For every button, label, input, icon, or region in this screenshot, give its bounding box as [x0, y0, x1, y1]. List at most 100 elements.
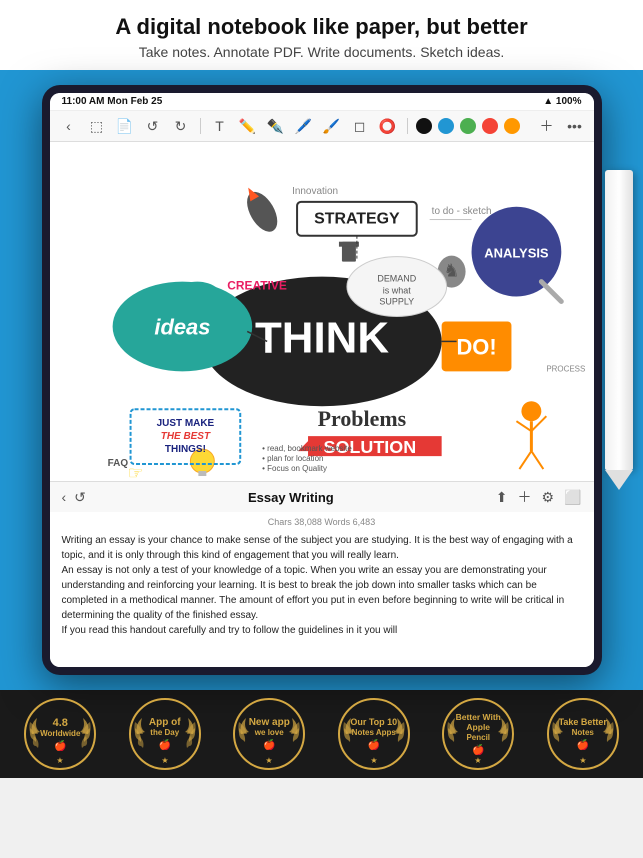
badge-appday-icon: 🍎 [159, 740, 171, 751]
lasso-tool[interactable]: ⭕ [377, 115, 399, 137]
badge-notes: ★ Take Better Notes 🍎 [542, 695, 624, 773]
badge-pencil-main: Better With [456, 713, 501, 722]
badge-rating-sub: Worldwide [40, 730, 80, 739]
back-button[interactable]: ‹ [58, 115, 80, 137]
essay-body: Writing an essay is your chance to make … [62, 533, 582, 638]
svg-text:• plan for location: • plan for location [262, 454, 323, 463]
wifi-icon: ▲ [543, 96, 556, 107]
eraser-tool[interactable]: ◻ [349, 115, 371, 137]
ipad-frame: 11:00 AM Mon Feb 25 ▲ 100% ‹ ⬚ 📄 ↺ ↻ T ✏… [42, 85, 602, 675]
main-subtitle: Take notes. Annotate PDF. Write document… [20, 44, 623, 60]
badge-pencil-icon: 🍎 [472, 745, 484, 756]
svg-text:FAQ: FAQ [107, 458, 128, 469]
status-time: 11:00 AM Mon Feb 25 [62, 96, 163, 107]
svg-text:★: ★ [161, 756, 168, 765]
apple-pencil [605, 170, 633, 470]
add-btn[interactable]: ＋ [536, 115, 558, 137]
badge-newapp-sub: we love [255, 729, 284, 738]
export-btn[interactable]: ⬜ [564, 489, 581, 506]
status-wifi-battery: ▲ 100% [543, 96, 581, 107]
select-tool[interactable]: ⬚ [86, 115, 108, 137]
undo-btn[interactable]: ↺ [142, 115, 164, 137]
separator1 [200, 118, 201, 134]
marker-tool[interactable]: 🖊️ [293, 115, 315, 137]
svg-text:SUPPLY: SUPPLY [379, 297, 414, 307]
svg-text:CREATIVE: CREATIVE [227, 279, 287, 293]
redo-btn[interactable]: ↻ [170, 115, 192, 137]
badge-rating-main: 4.8 [53, 717, 68, 729]
color-blue[interactable] [438, 118, 454, 134]
svg-text:is what: is what [382, 286, 410, 296]
brush-tool[interactable]: 🖌️ [321, 115, 343, 137]
share-btn[interactable]: ⬆ [496, 489, 508, 506]
svg-text:to do - sketch: to do - sketch [431, 206, 491, 217]
svg-text:♞: ♞ [443, 261, 459, 281]
note-title: Essay Writing [248, 490, 334, 505]
badge-rating-icon: 🍎 [54, 741, 66, 752]
history-btn[interactable]: ↺ [74, 489, 86, 506]
pencil-tip [605, 470, 633, 490]
svg-text:STRATEGY: STRATEGY [314, 211, 400, 228]
app-header: A digital notebook like paper, but bette… [0, 0, 643, 70]
svg-text:★: ★ [266, 756, 273, 765]
sketch-canvas[interactable]: THINK ideas STRATEGY DO! [50, 142, 594, 481]
badge-newapp-main: New app [249, 717, 290, 728]
svg-text:ANALYSIS: ANALYSIS [484, 246, 549, 261]
svg-text:PROCESS: PROCESS [546, 365, 585, 374]
screen-area: 11:00 AM Mon Feb 25 ▲ 100% ‹ ⬚ 📄 ↺ ↻ T ✏… [0, 70, 643, 690]
bottom-toolbar-right: ⬆ ＋ ⚙ ⬜ [496, 487, 582, 507]
badge-notes-main: Take Better [559, 718, 607, 728]
svg-text:★: ★ [475, 756, 482, 765]
text-meta: Chars 38,088 Words 6,483 [62, 516, 582, 530]
svg-text:★: ★ [579, 756, 586, 765]
settings-btn[interactable]: ⚙ [542, 489, 555, 506]
note-bottom-toolbar: ‹ ↺ Essay Writing ⬆ ＋ ⚙ ⬜ [50, 481, 594, 512]
badge-top10-icon: 🍎 [368, 740, 380, 751]
badge-notes-sub: Notes [572, 729, 594, 738]
svg-text:ideas: ideas [154, 315, 210, 340]
badge-top10: ★ Our Top 10 Notes Apps 🍎 [333, 695, 415, 773]
badge-appday: ★ App of the Day 🍎 [124, 695, 206, 773]
badge-newapp-icon: 🍎 [263, 740, 275, 751]
color-green[interactable] [460, 118, 476, 134]
color-red[interactable] [482, 118, 498, 134]
bottom-toolbar-left: ‹ ↺ [62, 489, 86, 506]
main-toolbar: ‹ ⬚ 📄 ↺ ↻ T ✏️ ✒️ 🖊️ 🖌️ ◻ ⭕ ＋ [50, 111, 594, 142]
essay-text-area: Chars 38,088 Words 6,483 Writing an essa… [50, 512, 594, 667]
ipad-screen: 11:00 AM Mon Feb 25 ▲ 100% ‹ ⬚ 📄 ↺ ↻ T ✏… [50, 93, 594, 667]
status-bar: 11:00 AM Mon Feb 25 ▲ 100% [50, 93, 594, 111]
doc-tool[interactable]: 📄 [114, 115, 136, 137]
badges-bar: ★ 4.8 Worldwide 🍎 ★ [0, 690, 643, 778]
svg-text:• Focus on Quality: • Focus on Quality [262, 464, 327, 473]
svg-text:DO!: DO! [456, 335, 496, 360]
badge-pencil: ★ Better With Apple Pencil 🍎 [437, 695, 519, 773]
svg-text:☞: ☞ [127, 463, 143, 481]
svg-text:DEMAND: DEMAND [377, 274, 416, 284]
color-black[interactable] [416, 118, 432, 134]
pen-tool[interactable]: ✏️ [237, 115, 259, 137]
badge-pencil-main2: Apple [466, 723, 490, 732]
pencil-tool[interactable]: ✒️ [265, 115, 287, 137]
color-orange[interactable] [504, 118, 520, 134]
badge-appday-main: App of [149, 717, 181, 728]
svg-text:THE BEST: THE BEST [160, 432, 210, 443]
main-title: A digital notebook like paper, but bette… [20, 14, 623, 40]
text-tool[interactable]: T [209, 115, 231, 137]
svg-text:THINK: THINK [255, 314, 389, 363]
svg-text:Innovation: Innovation [292, 186, 338, 197]
badge-newapp: ★ New app we love 🍎 [228, 695, 310, 773]
back-nav-btn[interactable]: ‹ [62, 489, 67, 505]
badge-rating: ★ 4.8 Worldwide 🍎 [19, 695, 101, 773]
svg-text:★: ★ [370, 756, 377, 765]
svg-text:• read, bookmark website: • read, bookmark website [262, 444, 352, 453]
badge-top10-sub: Notes Apps [352, 729, 396, 738]
separator2 [407, 118, 408, 134]
more-btn[interactable]: ••• [564, 115, 586, 137]
svg-text:JUST MAKE: JUST MAKE [156, 419, 214, 430]
badge-appday-sub: the Day [150, 729, 179, 738]
badge-pencil-sub: Pencil [466, 734, 490, 743]
badge-top10-main: Our Top 10 [350, 718, 397, 728]
insert-btn[interactable]: ＋ [518, 487, 532, 507]
svg-text:THINGS!: THINGS! [164, 444, 205, 455]
svg-text:★: ★ [57, 756, 64, 765]
